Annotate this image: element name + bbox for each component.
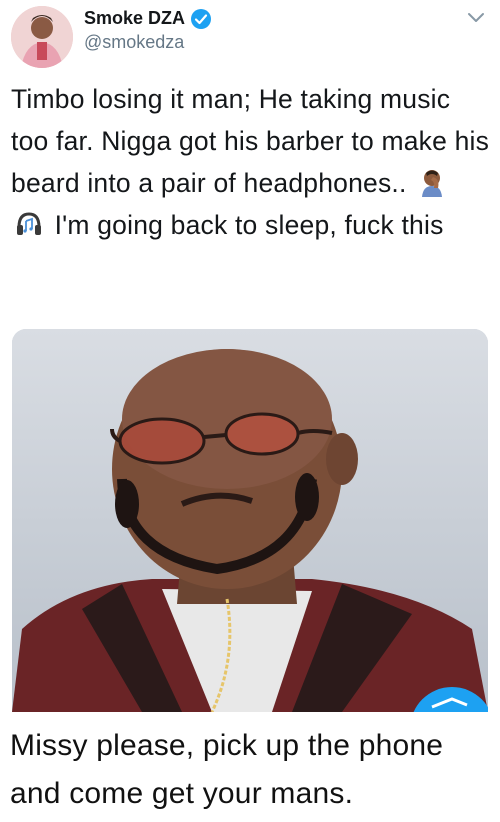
avatar[interactable]	[11, 6, 73, 68]
verified-badge-icon	[191, 8, 212, 29]
tweet-photo[interactable]	[12, 329, 488, 712]
user-handle[interactable]: @smokedza	[84, 32, 184, 53]
meme-caption: Missy please, pick up the phone and come…	[10, 729, 444, 810]
tweet-text-tail: I'm going back to sleep, fuck this	[54, 210, 444, 240]
tweet-text: Timbo losing it man; He taking music too…	[11, 78, 491, 246]
facepalm-emoji-icon	[417, 167, 447, 197]
display-name-text: Smoke DZA	[84, 8, 186, 28]
display-name[interactable]: Smoke DZA	[84, 8, 212, 29]
chevron-down-icon[interactable]	[464, 6, 488, 30]
tweet-header: Smoke DZA @smokedza	[0, 0, 500, 80]
headphones-emoji-icon	[14, 209, 44, 239]
